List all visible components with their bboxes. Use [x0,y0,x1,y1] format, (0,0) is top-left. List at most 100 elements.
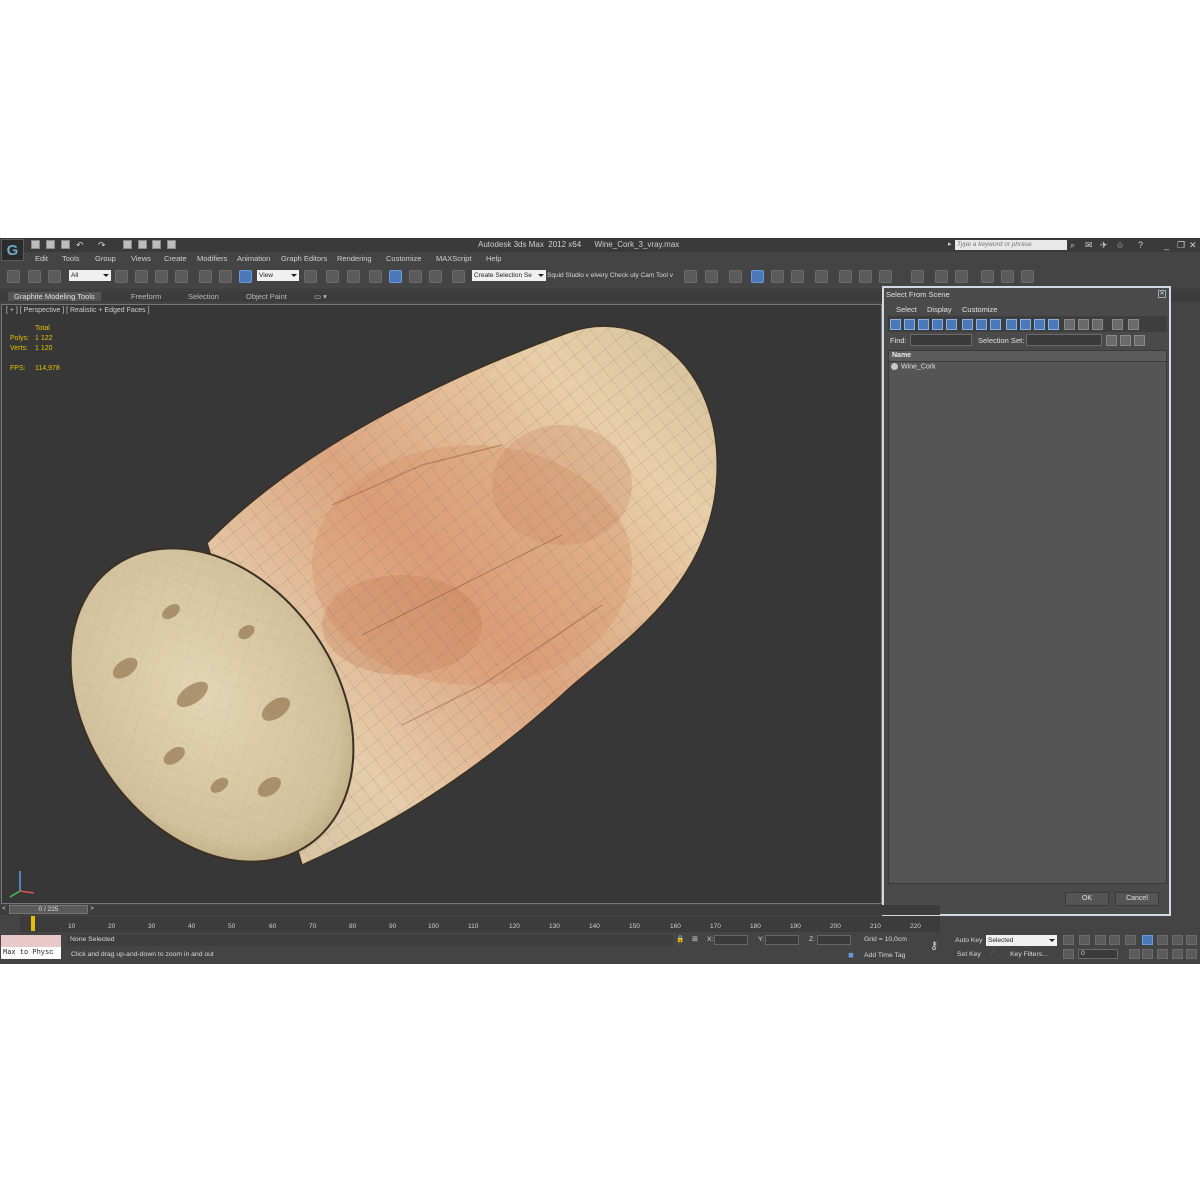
keyboard-shortcut-override-icon[interactable] [347,270,360,283]
vray-frame-buffer-icon[interactable] [935,270,948,283]
new-file-icon[interactable] [31,240,40,249]
selection-filter-dropdown[interactable]: All [69,270,111,281]
track-bar[interactable]: 10 20 30 40 50 60 70 80 90 100 110 120 1… [20,916,940,932]
layer-manager-icon[interactable] [729,270,742,283]
move-icon[interactable] [199,270,212,283]
play-icon[interactable] [1095,935,1106,945]
field-of-view-icon[interactable] [1142,949,1153,959]
extra-tool-3-icon[interactable] [1021,270,1034,283]
close-icon[interactable]: ✕ [1189,240,1197,250]
display-shapes-icon[interactable] [904,319,915,330]
display-helpers-icon[interactable] [946,319,957,330]
menu-create[interactable]: Create [164,254,187,263]
favorites-star-icon[interactable]: ☆ [1116,240,1124,250]
rotate-icon[interactable] [219,270,232,283]
plugin-toolbar-label[interactable]: Squid Studio v elvery Check uty Cam Tool… [547,272,673,279]
menu-edit[interactable]: Edit [35,254,48,263]
display-groups-icon[interactable] [976,319,987,330]
save-file-icon[interactable] [61,240,70,249]
name-column-header[interactable]: Name [889,351,1166,362]
auto-key-button[interactable]: Auto Key [955,937,983,944]
window-crossing-icon[interactable] [175,270,188,283]
key-filters-button[interactable]: Key Filters... [1010,951,1048,958]
orbit-icon[interactable] [1172,949,1183,959]
tab-graphite-modeling-tools[interactable]: Graphite Modeling Tools [8,292,101,301]
zoom-extents-icon[interactable] [1172,935,1183,945]
extra-tool-2-icon[interactable] [1001,270,1014,283]
rectangular-selection-icon[interactable] [155,270,168,283]
tab-freeform[interactable]: Freeform [131,292,161,301]
rendered-frame-window-icon[interactable] [859,270,872,283]
extra-tool-1-icon[interactable] [981,270,994,283]
use-pivot-center-icon[interactable] [304,270,317,283]
menu-group[interactable]: Group [95,254,116,263]
x-coordinate-field[interactable] [714,935,748,945]
app-logo[interactable]: G [1,239,24,261]
open-file-icon[interactable] [46,240,55,249]
menu-graph-editors[interactable]: Graph Editors [281,254,327,263]
time-tag-icon[interactable]: ◼ [848,951,854,959]
subscription-icon[interactable]: ✉ [1085,240,1093,250]
go-to-end-icon[interactable] [1125,935,1136,945]
menu-tools[interactable]: Tools [62,254,80,263]
scale-icon[interactable] [239,270,252,283]
time-next-icon[interactable]: > [90,905,94,912]
angle-snap-icon[interactable] [389,270,402,283]
display-space-warps-icon[interactable] [962,319,973,330]
communication-center-icon[interactable]: ✈ [1100,240,1108,250]
maximize-viewport-icon[interactable] [1186,949,1197,959]
reference-coordinate-dropdown[interactable]: View [257,270,299,281]
set-key-mode-icon[interactable]: ⚷ [930,939,938,952]
time-slider[interactable]: < 0 / 225 > [0,905,940,915]
y-coordinate-field[interactable] [765,935,799,945]
menu-modifiers[interactable]: Modifiers [197,254,227,263]
redo-icon[interactable]: ↷ [98,240,106,250]
key-set-dropdown[interactable]: Selected [986,935,1057,946]
restore-icon[interactable]: ❐ [1177,240,1185,250]
go-to-start-icon[interactable] [1063,935,1074,945]
project-folder-icon[interactable] [152,240,161,249]
time-slider-thumb[interactable]: 0 / 225 [9,905,88,914]
display-bones-icon[interactable] [1006,319,1017,330]
filter-options-icon[interactable] [1128,319,1139,330]
maxscript-input[interactable]: Max to Physc [1,947,61,959]
display-hidden-icon[interactable] [1048,319,1059,330]
menu-help[interactable]: Help [486,254,501,263]
vray-lights-icon[interactable] [955,270,968,283]
previous-frame-icon[interactable] [1079,935,1090,945]
absolute-mode-icon[interactable]: ⊞ [692,935,698,943]
dialog-menu-display[interactable]: Display [927,305,952,314]
ribbon-options-icon[interactable]: ▭ ▾ [314,292,327,301]
display-frozen-icon[interactable] [1034,319,1045,330]
dialog-menu-customize[interactable]: Customize [962,305,997,314]
perspective-viewport[interactable]: [ + ] [ Perspective ] [ Realistic + Edge… [1,304,882,904]
fetch-icon[interactable] [138,240,147,249]
menu-views[interactable]: Views [131,254,151,263]
minimize-icon[interactable]: _ [1164,240,1169,250]
zoom-icon[interactable] [1142,935,1153,945]
render-production-icon[interactable] [879,270,892,283]
select-and-manipulate-icon[interactable] [326,270,339,283]
display-lights-icon[interactable] [918,319,929,330]
ok-button[interactable]: OK [1065,892,1109,906]
snaps-toggle-icon[interactable] [369,270,382,283]
edit-named-selection-icon[interactable] [452,270,465,283]
select-object-icon[interactable] [115,270,128,283]
schematic-view-icon[interactable] [791,270,804,283]
find-input[interactable] [910,334,972,346]
undo-scene-icon[interactable] [7,270,20,283]
display-containers-icon[interactable] [1020,319,1031,330]
graphite-toggle-icon[interactable] [751,270,764,283]
dialog-menu-select[interactable]: Select [896,305,917,314]
select-none-icon[interactable] [1120,335,1131,346]
selection-set-dropdown[interactable] [1026,334,1102,346]
scene-object-list[interactable]: Name Wine_Cork [888,350,1167,884]
bind-space-warp-icon[interactable] [48,270,61,283]
wine-cork-model[interactable] [2,305,881,903]
help-search-input[interactable]: Type a keyword or phrase [955,240,1067,250]
current-frame-field[interactable]: 0 [1078,949,1118,959]
display-all-icon[interactable] [1064,319,1075,330]
display-cameras-icon[interactable] [932,319,943,330]
binoculars-icon[interactable]: ⌕ [1070,240,1075,250]
hold-icon[interactable] [123,240,132,249]
